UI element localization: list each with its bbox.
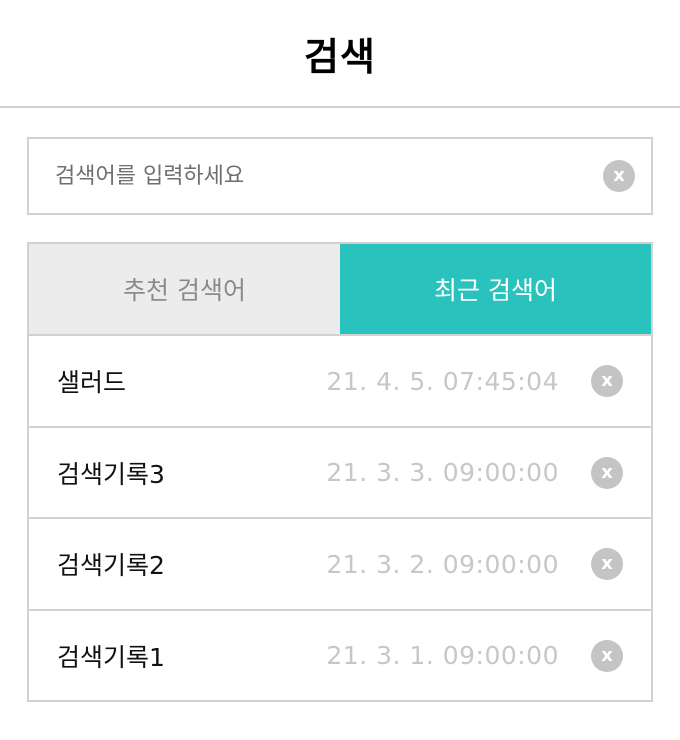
recent-search-row: 샐러드 21. 4. 5. 07:45:04 x [29, 336, 651, 428]
page-title: 검색 [304, 34, 376, 79]
recent-timestamp: 21. 3. 2. 09:00:00 [326, 549, 559, 579]
delete-icon[interactable]: x [591, 456, 623, 489]
clear-search-icon[interactable]: x [603, 160, 635, 192]
delete-icon[interactable]: x [591, 548, 623, 580]
recent-search-row: 검색기록2 21. 3. 2. 09:00:00 x [29, 519, 651, 611]
recent-timestamp: 21. 3. 3. 09:00:00 [326, 458, 559, 487]
recent-keyword[interactable]: 검색기록1 [57, 611, 165, 701]
recent-search-row: 검색기록3 21. 3. 3. 09:00:00 x [29, 428, 651, 519]
search-box: x [27, 137, 653, 215]
tab-recent[interactable]: 최근 검색어 [340, 244, 651, 334]
delete-icon[interactable]: x [591, 639, 623, 672]
recent-timestamp: 21. 4. 5. 07:45:04 [326, 366, 559, 396]
recent-search-row: 검색기록1 21. 3. 1. 09:00:00 x [29, 611, 651, 703]
tab-recommended[interactable]: 추천 검색어 [29, 244, 340, 334]
delete-icon[interactable]: x [591, 365, 623, 397]
keyword-tabs: 추천 검색어 최근 검색어 [29, 244, 651, 336]
search-input[interactable] [55, 139, 595, 213]
search-keyword-panel: 추천 검색어 최근 검색어 샐러드 21. 4. 5. 07:45:04 x 검… [27, 242, 653, 702]
page-header: 검색 [0, 0, 680, 108]
recent-timestamp: 21. 3. 1. 09:00:00 [326, 641, 559, 670]
recent-keyword[interactable]: 샐러드 [57, 336, 126, 426]
recent-keyword[interactable]: 검색기록3 [57, 428, 165, 518]
recent-keyword[interactable]: 검색기록2 [57, 519, 165, 609]
